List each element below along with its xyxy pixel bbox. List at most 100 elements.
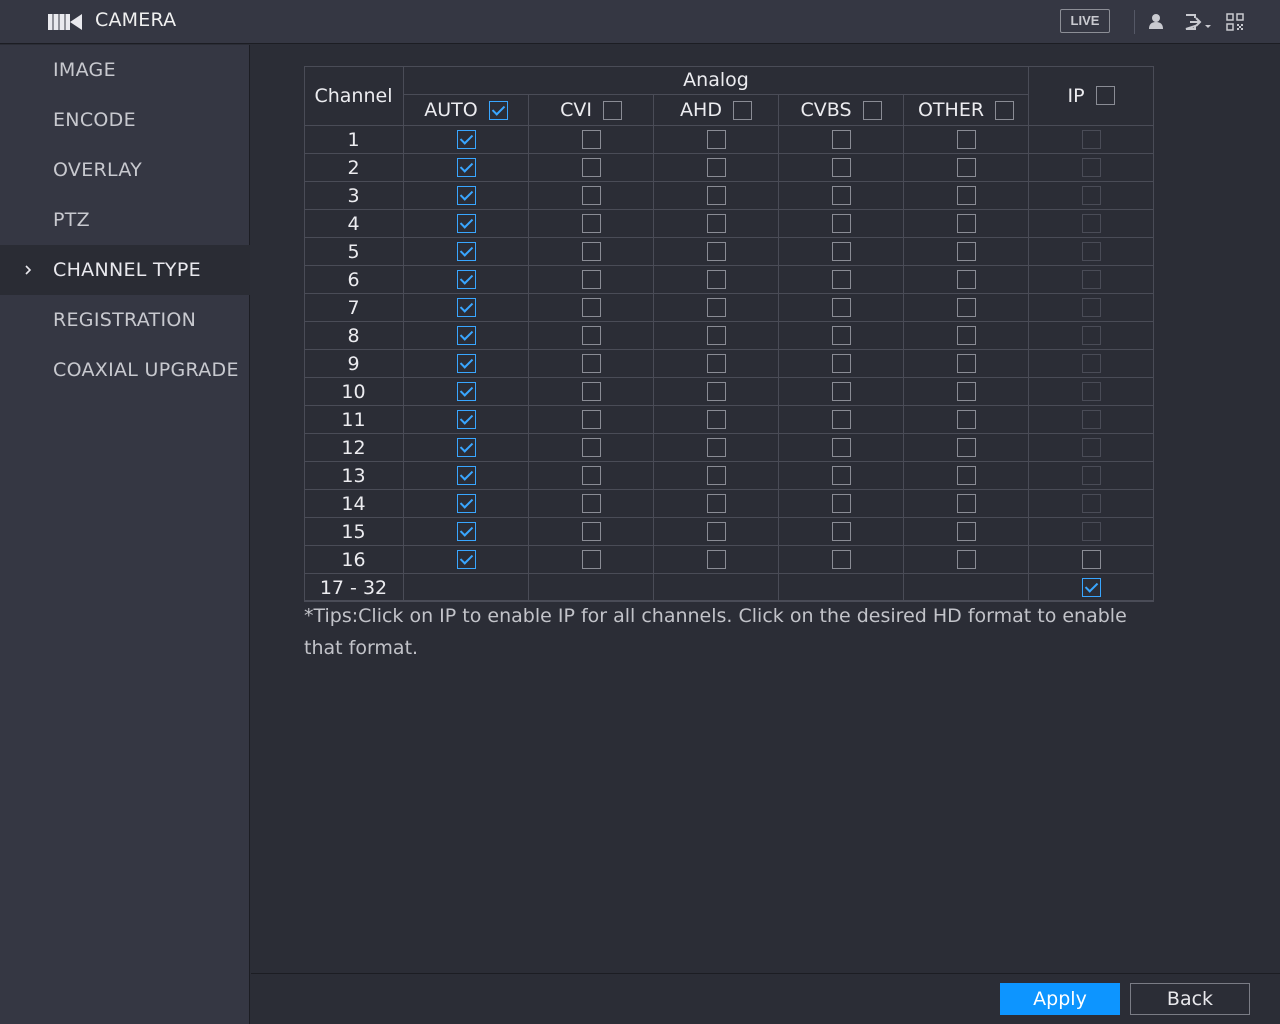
other-checkbox[interactable] [956, 550, 976, 569]
other-checkbox[interactable] [956, 438, 976, 457]
ahd-checkbox[interactable] [706, 438, 726, 457]
ahd-checkbox[interactable] [706, 158, 726, 177]
table-cell-ahd[interactable] [654, 490, 779, 518]
table-cell-cvi[interactable] [529, 154, 654, 182]
cvi-checkbox[interactable] [581, 326, 601, 345]
table-cell-ahd[interactable] [654, 546, 779, 574]
table-cell-cvi[interactable] [529, 462, 654, 490]
other-checkbox[interactable] [956, 410, 976, 429]
auto-checkbox[interactable] [456, 438, 476, 457]
table-cell-other[interactable] [904, 266, 1029, 294]
table-cell-cvbs[interactable] [779, 210, 904, 238]
sidebar-item-ptz[interactable]: PTZ [0, 195, 250, 245]
cvi-checkbox[interactable] [581, 270, 601, 289]
table-cell-auto[interactable] [404, 406, 529, 434]
table-cell-ahd[interactable] [654, 462, 779, 490]
ahd-checkbox[interactable] [706, 494, 726, 513]
ip-all-checkbox[interactable] [1095, 86, 1115, 105]
qr-code-icon[interactable] [1225, 12, 1245, 32]
table-cell-other[interactable] [904, 210, 1029, 238]
other-checkbox[interactable] [956, 270, 976, 289]
table-cell-other[interactable] [904, 350, 1029, 378]
other-checkbox[interactable] [956, 242, 976, 261]
table-cell-other[interactable] [904, 546, 1029, 574]
cvi-checkbox[interactable] [581, 158, 601, 177]
cvbs-checkbox[interactable] [831, 494, 851, 513]
auto-checkbox[interactable] [456, 186, 476, 205]
cvbs-checkbox[interactable] [831, 158, 851, 177]
ahd-checkbox[interactable] [706, 270, 726, 289]
user-icon[interactable] [1146, 12, 1166, 32]
table-cell-other[interactable] [904, 238, 1029, 266]
cvbs-checkbox[interactable] [831, 242, 851, 261]
table-cell-ahd[interactable] [654, 126, 779, 154]
cvbs-checkbox[interactable] [831, 186, 851, 205]
table-cell-other[interactable] [904, 518, 1029, 546]
table-cell-ahd[interactable] [654, 294, 779, 322]
other-all-checkbox[interactable] [995, 100, 1015, 120]
ahd-checkbox[interactable] [706, 550, 726, 569]
ahd-checkbox[interactable] [706, 354, 726, 373]
sidebar-item-encode[interactable]: ENCODE [0, 95, 250, 145]
table-cell-cvbs[interactable] [779, 266, 904, 294]
auto-checkbox[interactable] [456, 158, 476, 177]
sidebar-item-image[interactable]: IMAGE [0, 45, 250, 95]
cvbs-checkbox[interactable] [831, 354, 851, 373]
table-cell-cvbs[interactable] [779, 378, 904, 406]
table-cell-cvi[interactable] [529, 322, 654, 350]
table-cell-cvbs[interactable] [779, 182, 904, 210]
ahd-all-checkbox[interactable] [732, 100, 752, 120]
cvi-checkbox[interactable] [581, 522, 601, 541]
other-checkbox[interactable] [956, 494, 976, 513]
sidebar-item-coaxial-upgrade[interactable]: COAXIAL UPGRADE [0, 345, 250, 395]
table-cell-cvbs[interactable] [779, 462, 904, 490]
other-checkbox[interactable] [956, 130, 976, 149]
table-cell-cvi[interactable] [529, 406, 654, 434]
auto-checkbox[interactable] [456, 466, 476, 485]
table-cell-other[interactable] [904, 182, 1029, 210]
table-cell-cvi[interactable] [529, 546, 654, 574]
table-cell-cvbs[interactable] [779, 406, 904, 434]
table-cell-auto[interactable] [404, 210, 529, 238]
table-cell-auto[interactable] [404, 294, 529, 322]
table-cell-ahd[interactable] [654, 518, 779, 546]
cvbs-checkbox[interactable] [831, 522, 851, 541]
cvi-checkbox[interactable] [581, 466, 601, 485]
ip-checkbox[interactable] [1081, 578, 1101, 597]
table-cell-other[interactable] [904, 294, 1029, 322]
other-checkbox[interactable] [956, 214, 976, 233]
table-cell-cvbs[interactable] [779, 490, 904, 518]
table-cell-cvbs[interactable] [779, 434, 904, 462]
ahd-checkbox[interactable] [706, 466, 726, 485]
ahd-checkbox[interactable] [706, 298, 726, 317]
ahd-checkbox[interactable] [706, 522, 726, 541]
sidebar-item-registration[interactable]: REGISTRATION [0, 295, 250, 345]
table-cell-other[interactable] [904, 378, 1029, 406]
cvbs-checkbox[interactable] [831, 550, 851, 569]
table-cell-auto[interactable] [404, 182, 529, 210]
column-header-ahd[interactable]: AHD [654, 95, 779, 126]
cvi-checkbox[interactable] [581, 186, 601, 205]
auto-checkbox[interactable] [456, 522, 476, 541]
other-checkbox[interactable] [956, 186, 976, 205]
table-cell-cvi[interactable] [529, 378, 654, 406]
table-cell-other[interactable] [904, 126, 1029, 154]
table-cell-other[interactable] [904, 490, 1029, 518]
auto-all-checkbox[interactable] [488, 100, 508, 120]
column-header-auto[interactable]: AUTO [404, 95, 529, 126]
cvi-checkbox[interactable] [581, 130, 601, 149]
column-header-cvbs[interactable]: CVBS [779, 95, 904, 126]
auto-checkbox[interactable] [456, 550, 476, 569]
auto-checkbox[interactable] [456, 382, 476, 401]
cvbs-checkbox[interactable] [831, 466, 851, 485]
auto-checkbox[interactable] [456, 298, 476, 317]
table-cell-ahd[interactable] [654, 238, 779, 266]
table-cell-ahd[interactable] [654, 182, 779, 210]
cvi-checkbox[interactable] [581, 494, 601, 513]
table-cell-auto[interactable] [404, 154, 529, 182]
cvi-checkbox[interactable] [581, 298, 601, 317]
table-cell-cvbs[interactable] [779, 322, 904, 350]
table-cell-ahd[interactable] [654, 154, 779, 182]
live-button[interactable]: LIVE [1060, 9, 1110, 33]
cvi-checkbox[interactable] [581, 242, 601, 261]
